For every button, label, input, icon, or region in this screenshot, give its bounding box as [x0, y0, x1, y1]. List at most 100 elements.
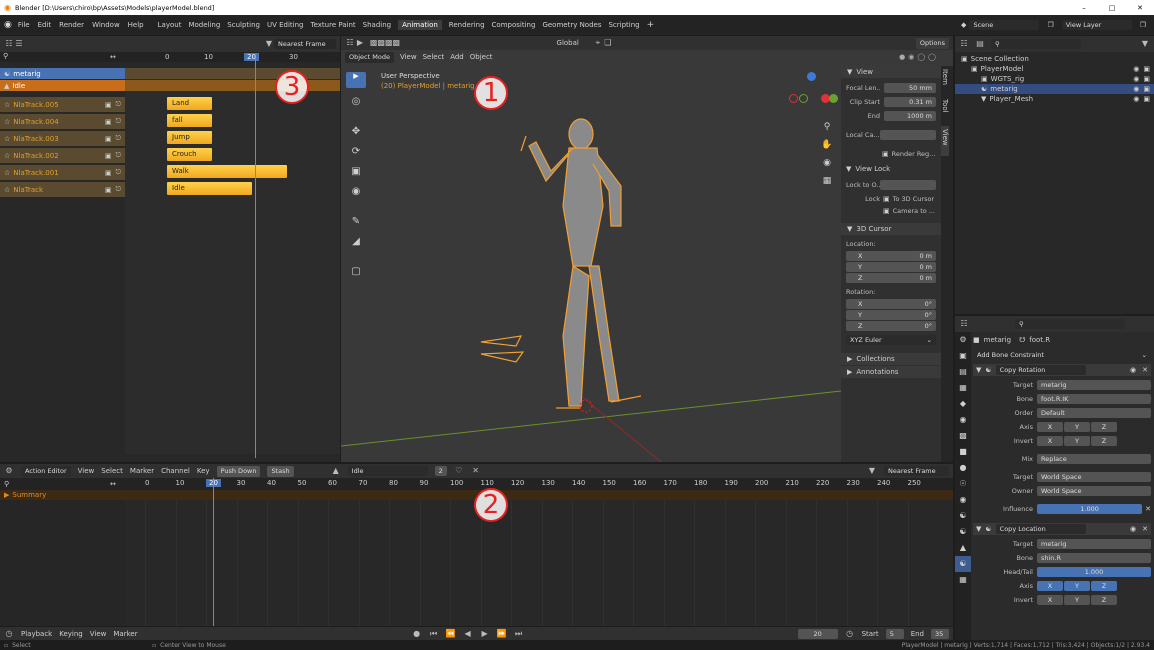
axis-z-toggle[interactable]: Z: [1091, 581, 1117, 591]
view-layer-icon[interactable]: ▦: [955, 380, 971, 396]
data-icon[interactable]: ☯: [955, 524, 971, 540]
bone-icon[interactable]: ▲: [955, 540, 971, 556]
tool-icon[interactable]: ⚙: [955, 332, 971, 348]
action-name-field[interactable]: Idle: [347, 466, 428, 476]
value-field[interactable]: 0.31 m: [884, 97, 936, 107]
checkbox-icon[interactable]: ▣: [883, 195, 890, 203]
jump-end-icon[interactable]: ⏭: [514, 629, 524, 639]
location-z-field[interactable]: Z0 m: [846, 273, 936, 283]
lock-to-object-field[interactable]: [880, 180, 936, 190]
outliner-item[interactable]: ☯ metarig ◉ ▣: [955, 84, 1154, 94]
pan-hand-icon[interactable]: ✋: [819, 140, 835, 158]
jump-start-icon[interactable]: ⏮: [429, 629, 439, 639]
tab-rendering[interactable]: Rendering: [449, 21, 485, 29]
minimize-button[interactable]: –: [1070, 4, 1098, 12]
value-field[interactable]: foot.R.IK: [1037, 394, 1151, 404]
menu-render[interactable]: Render: [59, 21, 84, 29]
lock-icon[interactable]: ⎋: [115, 185, 121, 194]
nla-strip[interactable]: Crouch: [167, 148, 212, 161]
maximize-button[interactable]: □: [1098, 4, 1126, 12]
expand-icon[interactable]: ↔: [110, 53, 125, 61]
texture-icon[interactable]: ▦: [955, 572, 971, 588]
menu-key[interactable]: Key: [197, 467, 210, 475]
checkbox-icon[interactable]: ▣: [882, 150, 889, 158]
menu-view[interactable]: View: [78, 467, 95, 475]
scene-icon[interactable]: ◆: [955, 396, 971, 412]
outliner-item[interactable]: ▣ WGTS_rig ◉ ▣: [955, 74, 1154, 84]
start-field[interactable]: 5: [885, 628, 904, 639]
tab-compositing[interactable]: Compositing: [492, 21, 536, 29]
output-icon[interactable]: ▤: [955, 364, 971, 380]
nla-track-row[interactable]: ☆ NlaTrack.003 ▣ ⎋: [0, 131, 125, 146]
eye-icon[interactable]: ◉: [1133, 95, 1139, 103]
lock-icon[interactable]: ⎋: [115, 168, 121, 177]
outliner-item[interactable]: ▼ Player_Mesh ◉ ▣: [955, 94, 1154, 104]
tab-modeling[interactable]: Modeling: [188, 21, 220, 29]
action-playhead[interactable]: [213, 478, 214, 626]
delete-icon[interactable]: ✕: [1142, 366, 1148, 374]
constraints-icon[interactable]: ☯: [955, 508, 971, 524]
camera-icon[interactable]: ▣: [1143, 95, 1150, 103]
lock-icon[interactable]: ⎋: [115, 134, 121, 143]
head-tail-slider[interactable]: 1.000: [1037, 567, 1151, 577]
value-field[interactable]: World Space: [1037, 486, 1151, 496]
gizmo-z-icon[interactable]: [807, 72, 816, 81]
close-button[interactable]: ✕: [1126, 4, 1154, 12]
action-browse-icon[interactable]: ▲: [331, 466, 341, 476]
axis-y-toggle[interactable]: Y: [1064, 581, 1090, 591]
axis-x-toggle[interactable]: X: [1037, 436, 1063, 446]
outliner-item[interactable]: ▣ Scene Collection: [955, 54, 1154, 64]
scene-icon[interactable]: ◆: [961, 21, 966, 29]
value-field[interactable]: metarig: [1037, 380, 1151, 390]
nla-track-row[interactable]: ☆ NlaTrack.002 ▣ ⎋: [0, 148, 125, 163]
unlink-action-icon[interactable]: ✕: [471, 466, 481, 476]
value-field[interactable]: World Space: [1037, 472, 1151, 482]
action-search[interactable]: ⚲: [0, 480, 110, 488]
constraint-header-copy-rotation[interactable]: ▼ ☯ Copy Rotation ◉ ✕: [973, 364, 1151, 376]
tab-scripting[interactable]: Scripting: [608, 21, 639, 29]
camera-icon[interactable]: ▣: [1143, 75, 1150, 83]
stash-button[interactable]: Stash: [267, 465, 294, 477]
axis-x-toggle[interactable]: X: [1037, 595, 1063, 605]
axis-y-toggle[interactable]: Y: [1064, 436, 1090, 446]
axis-x-toggle[interactable]: X: [1037, 422, 1063, 432]
editor-type-icon[interactable]: ◷: [4, 629, 14, 639]
channel-row[interactable]: ▲ Idle: [0, 80, 125, 91]
menu-view[interactable]: View: [90, 630, 107, 638]
value-field[interactable]: metarig: [1037, 539, 1151, 549]
menu-edit[interactable]: Edit: [38, 21, 52, 29]
display-mode-icon[interactable]: ▤: [975, 39, 985, 49]
disable-keep-temp-icon[interactable]: ✕: [1145, 505, 1151, 513]
object-icon[interactable]: ■: [955, 444, 971, 460]
mute-checkbox-icon[interactable]: ▣: [105, 101, 112, 109]
tab-tool[interactable]: Tool: [941, 96, 949, 126]
filter-icon[interactable]: ▼: [1140, 39, 1150, 49]
users-count[interactable]: 2: [434, 466, 447, 476]
location-y-field[interactable]: Y0 m: [846, 262, 936, 272]
navigation-gizmo[interactable]: [787, 72, 838, 122]
tab-view[interactable]: View: [941, 126, 949, 156]
axis-z-toggle[interactable]: Z: [1091, 422, 1117, 432]
push-down-button[interactable]: Push Down: [216, 465, 261, 477]
playhead[interactable]: [255, 58, 256, 458]
menu-file[interactable]: File: [18, 21, 30, 29]
camera-icon[interactable]: ▣: [1143, 85, 1150, 93]
axis-y-toggle[interactable]: Y: [1064, 595, 1090, 605]
camera-icon[interactable]: ◉: [819, 158, 835, 176]
gizmo-y-icon[interactable]: [829, 94, 838, 103]
mode-dropdown[interactable]: Action Editor: [21, 465, 71, 477]
value-field[interactable]: 50 mm: [884, 83, 936, 93]
nla-strip[interactable]: Walk: [167, 165, 287, 178]
filter-icon[interactable]: ▼: [264, 39, 274, 49]
eye-icon[interactable]: ◉: [1133, 85, 1139, 93]
visibility-icon[interactable]: ◉: [1130, 366, 1136, 374]
eye-icon[interactable]: ◉: [1133, 75, 1139, 83]
rotation-z-field[interactable]: Z 0°: [846, 321, 936, 331]
mute-checkbox-icon[interactable]: ▣: [105, 118, 112, 126]
camera-icon[interactable]: ▣: [1143, 65, 1150, 73]
add-bone-constraint-dropdown[interactable]: Add Bone Constraint ⌄: [973, 350, 1151, 360]
menu-select[interactable]: Select: [101, 467, 123, 475]
star-icon[interactable]: ☆: [4, 118, 10, 126]
menu-marker[interactable]: Marker: [130, 467, 154, 475]
nla-track-row[interactable]: ☆ NlaTrack ▣ ⎋: [0, 182, 125, 197]
